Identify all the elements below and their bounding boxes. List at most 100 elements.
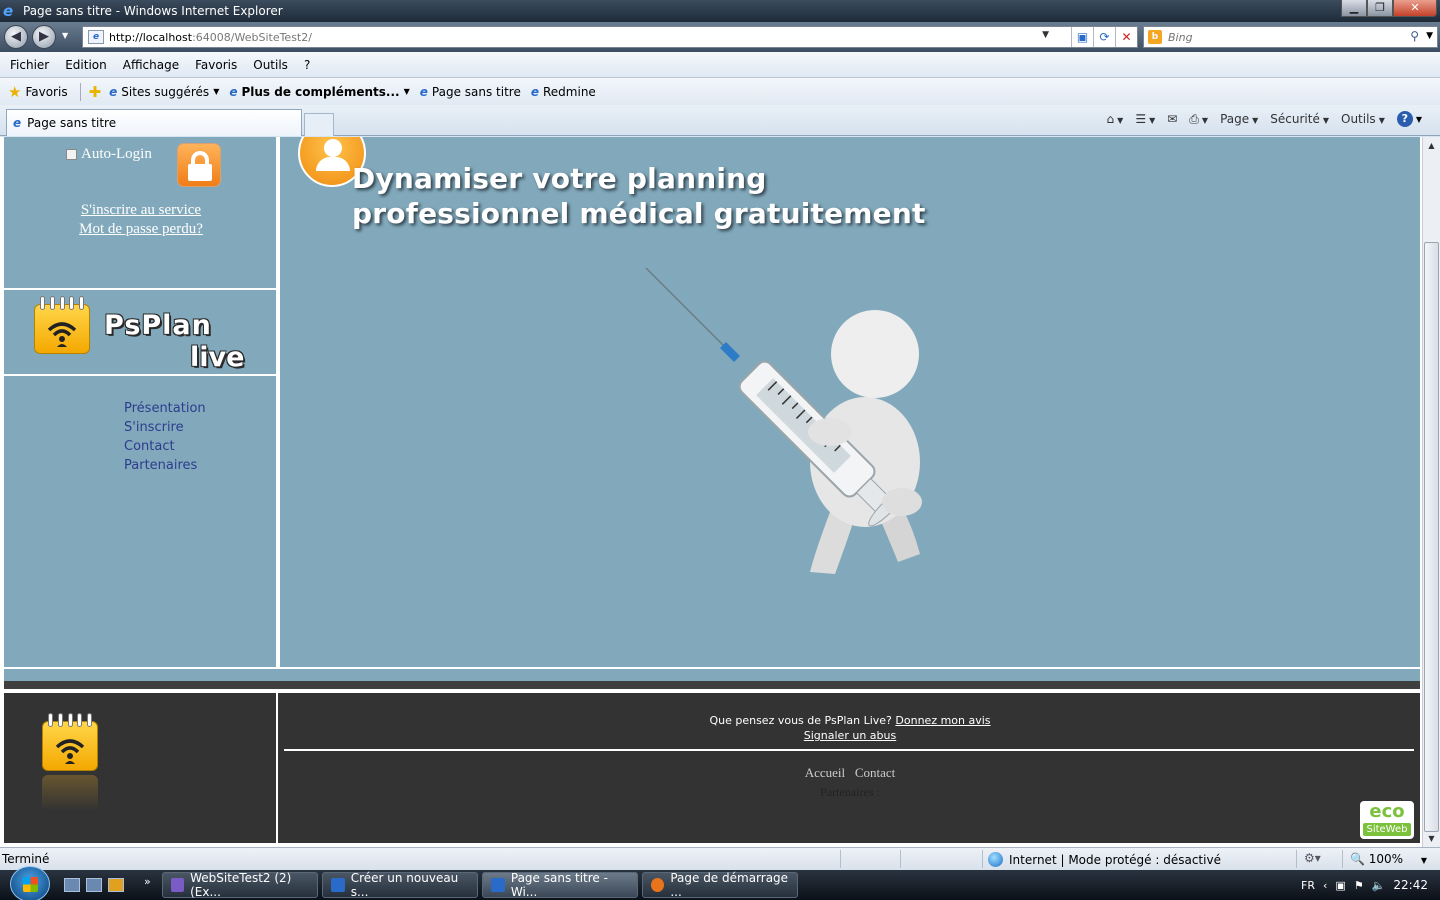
window-controls: ▁ ❐ ✕ [1341, 0, 1437, 17]
mail-icon[interactable]: ✉ [1167, 112, 1177, 126]
refresh-icon[interactable]: ⟳ [1093, 27, 1115, 47]
feedback-text: Que pensez vous de PsPlan Live? Donnez m… [709, 714, 991, 742]
page-menu[interactable]: Page ▼ [1220, 112, 1258, 126]
forgot-password-link[interactable]: Mot de passe perdu? [4, 220, 278, 239]
signup-link[interactable]: S'inscrire au service [4, 201, 278, 220]
eco-siteweb-badge[interactable]: eco SiteWeb [1360, 801, 1414, 839]
tools-menu[interactable]: Outils ▼ [1341, 112, 1385, 126]
compat-view-icon[interactable]: ▣ [1071, 27, 1093, 47]
psplan-logo: PsPlan live [4, 292, 278, 376]
window-titlebar: e Page sans titre - Windows Internet Exp… [0, 0, 1440, 22]
search-box[interactable]: b ⚲ ▼ [1143, 26, 1438, 48]
stop-icon[interactable]: ✕ [1115, 27, 1137, 47]
notepad-wifi-icon [42, 713, 98, 771]
fav-redmine[interactable]: e Redmine [531, 85, 596, 99]
logo-text: PsPlan live [104, 310, 245, 373]
close-button[interactable]: ✕ [1393, 0, 1437, 17]
fav-page-sans-titre[interactable]: e Page sans titre [420, 85, 521, 99]
footer-link-accueil[interactable]: Accueil [805, 765, 845, 780]
footer: Que pensez vous de PsPlan Live? Donnez m… [4, 693, 1420, 843]
flag-icon[interactable]: ⚑ [1354, 879, 1364, 892]
nav-presentation[interactable]: Présentation [124, 399, 206, 418]
scroll-thumb[interactable] [1424, 242, 1439, 832]
status-text: Terminé [2, 852, 50, 866]
footer-partners: Partenaires : [820, 785, 880, 799]
minimize-button[interactable]: ▁ [1341, 0, 1367, 17]
start-button[interactable] [10, 866, 50, 900]
taskbar-button-websitetest2[interactable]: WebSiteTest2 (2) (Ex... [162, 871, 318, 899]
system-tray: FR ‹ ▣ ⚑ 🔈 22:42 [1301, 870, 1440, 900]
hero-headline: Dynamiser votre planning professionnel m… [352, 162, 926, 230]
vertical-scrollbar[interactable]: ▲ ▼ [1422, 137, 1440, 847]
autologin-option[interactable]: Auto-Login [66, 146, 152, 163]
popup-blocker-icon[interactable]: ⚙▾ [1304, 851, 1321, 865]
chevron-down-icon[interactable]: ▼ [1416, 115, 1422, 124]
switch-windows-icon[interactable] [86, 878, 102, 892]
help-icon[interactable]: ? [1396, 111, 1413, 127]
taskbar: » WebSiteTest2 (2) (Ex... Créer un nouve… [0, 866, 1440, 900]
security-zone[interactable]: Internet | Mode protégé : désactivé [988, 852, 1221, 867]
taskbar-button-creer[interactable]: Créer un nouveau s... [322, 871, 478, 899]
address-dropdown-icon[interactable]: ▼ [1042, 30, 1049, 40]
nav-partenaires[interactable]: Partenaires [124, 456, 206, 475]
volume-icon[interactable]: 🔈 [1372, 879, 1386, 892]
fav-plus-de-complements[interactable]: e Plus de compléments... ▼ [229, 85, 409, 99]
footer-logo [4, 693, 278, 843]
nav-contact[interactable]: Contact [124, 437, 206, 456]
language-indicator[interactable]: FR [1301, 879, 1315, 892]
scroll-down-icon[interactable]: ▼ [1423, 830, 1440, 847]
maximize-button[interactable]: ❐ [1367, 0, 1393, 17]
menu-affichage[interactable]: Affichage [123, 58, 179, 72]
zoom-level[interactable]: 🔍 100% ▼ [1350, 852, 1427, 866]
autologin-checkbox[interactable] [66, 149, 77, 160]
clock[interactable]: 22:42 [1393, 878, 1428, 892]
menu-favoris[interactable]: Favoris [195, 58, 237, 72]
feeds-icon[interactable]: ☰ ▼ [1135, 112, 1155, 126]
security-menu[interactable]: Sécurité ▼ [1270, 112, 1329, 126]
command-bar: ⌂ ▼ ☰ ▼ ✉ ⎙ ▼ Page ▼ Sécurité ▼ Outils ▼ ? ▼ [1095, 111, 1422, 127]
footer-links: Accueil Contact Partenaires : [280, 763, 1420, 802]
footer-link-contact[interactable]: Contact [855, 765, 895, 780]
logo-reflection [42, 775, 98, 811]
windows-icon [23, 877, 38, 892]
dark-band [4, 681, 1420, 691]
ie-icon: e [229, 84, 238, 99]
media-player-icon[interactable] [108, 878, 124, 892]
visual-studio-icon [171, 878, 185, 892]
show-desktop-icon[interactable] [64, 878, 80, 892]
home-icon[interactable]: ⌂ ▼ [1107, 112, 1124, 126]
history-dropdown-icon[interactable]: ▼ [62, 31, 68, 40]
search-input[interactable] [1168, 30, 1398, 44]
taskbar-button-demarrage[interactable]: Page de démarrage ... [642, 871, 798, 899]
network-icon[interactable]: ▣ [1335, 879, 1345, 892]
search-dropdown-icon[interactable]: ▼ [1426, 31, 1433, 41]
feedback-link[interactable]: Donnez mon avis [895, 714, 990, 727]
print-icon[interactable]: ⎙ ▼ [1189, 112, 1208, 127]
ie-icon: e [3, 2, 14, 20]
tray-expand-icon[interactable]: ‹ [1323, 879, 1327, 892]
new-tab-button[interactable] [304, 113, 334, 136]
favorites-button[interactable]: ★ Favoris [8, 83, 68, 101]
scroll-up-icon[interactable]: ▲ [1423, 137, 1440, 154]
menu-outils[interactable]: Outils [253, 58, 288, 72]
fav-sites-suggeres[interactable]: e Sites suggérés ▼ [109, 85, 219, 99]
taskbar-button-page-sans-titre[interactable]: Page sans titre - Wi... [482, 871, 638, 899]
report-abuse-link[interactable]: Signaler un abus [804, 729, 896, 742]
quick-launch-more-icon[interactable]: » [144, 875, 151, 888]
search-icon[interactable]: ⚲ [1410, 29, 1419, 43]
address-url[interactable]: http://localhost:64008/WebSiteTest2/ [109, 31, 312, 44]
lock-icon[interactable] [177, 143, 221, 187]
forward-button[interactable]: ▶ [32, 25, 56, 49]
menu-help[interactable]: ? [304, 58, 310, 72]
add-favorite-icon[interactable]: ✚ [89, 83, 102, 101]
nav-sinscrire[interactable]: S'inscrire [124, 418, 206, 437]
left-column: Auto-Login S'inscrire au service Mot de … [4, 137, 278, 667]
hero-banner: Dynamiser votre planning professionnel m… [280, 137, 1420, 667]
menu-bar: Fichier Edition Affichage Favoris Outils… [0, 52, 1440, 78]
ie-icon: e [13, 116, 22, 130]
back-button[interactable]: ◀ [4, 25, 28, 49]
tab-page-sans-titre[interactable]: e Page sans titre [6, 109, 302, 136]
menu-fichier[interactable]: Fichier [10, 58, 49, 72]
address-bar[interactable]: e http://localhost:64008/WebSiteTest2/ ▼… [82, 26, 1138, 48]
menu-edition[interactable]: Edition [65, 58, 107, 72]
